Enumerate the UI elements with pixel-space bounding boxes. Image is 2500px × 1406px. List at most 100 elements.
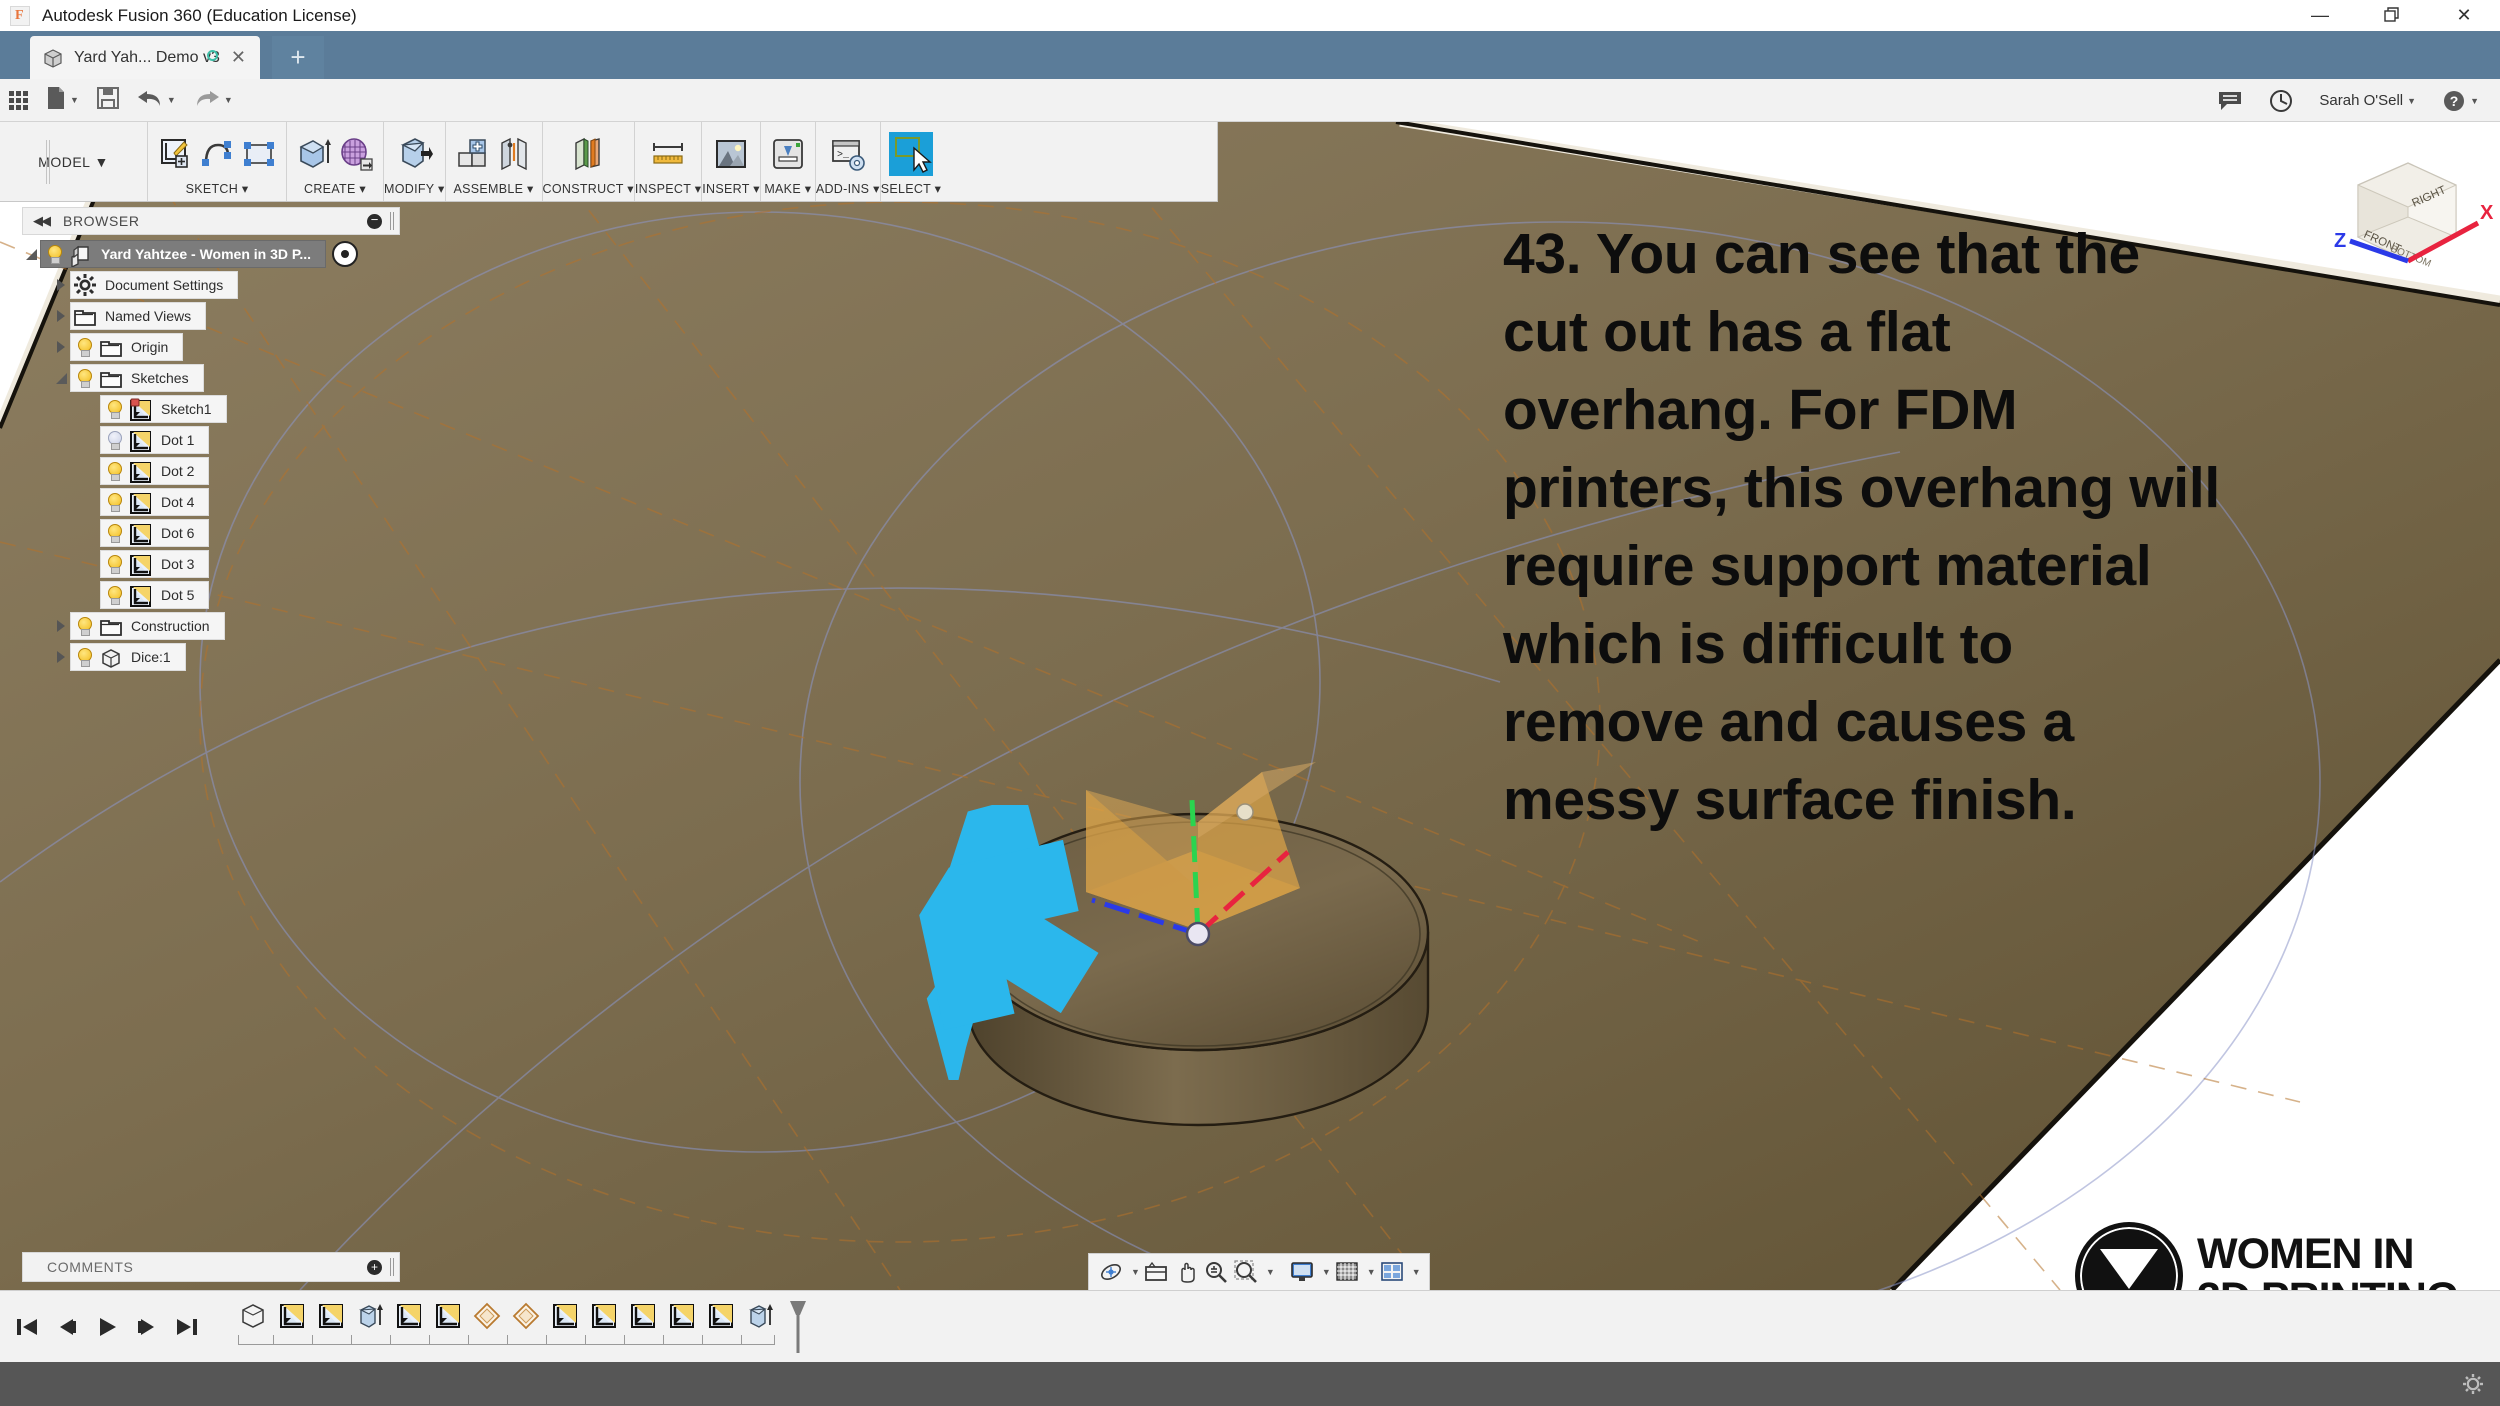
activate-component-icon[interactable]	[332, 241, 359, 267]
timeline-feature-node[interactable]	[745, 1301, 775, 1331]
save-button[interactable]	[88, 79, 128, 122]
visibility-bulb-icon[interactable]	[41, 240, 67, 268]
visibility-bulb-icon[interactable]	[71, 643, 97, 671]
browser-tree-chip[interactable]: Origin	[70, 333, 184, 361]
chevron-down-icon[interactable]: ▼	[1412, 1267, 1421, 1277]
timeline-feature-node[interactable]	[355, 1301, 385, 1331]
browser-tree-chip[interactable]: Dot 4	[100, 488, 210, 516]
timeline-feature-node[interactable]	[628, 1301, 658, 1331]
expand-triangle-closed-icon[interactable]	[52, 341, 70, 353]
undo-button[interactable]: ▼	[128, 79, 185, 122]
close-tab-icon[interactable]: ✕	[231, 47, 246, 68]
gear-icon[interactable]	[2462, 1373, 2484, 1395]
panel-grip[interactable]	[390, 212, 394, 230]
workspace-selector[interactable]: MODEL ▼	[0, 122, 148, 201]
timeline-feature-node[interactable]	[550, 1301, 580, 1331]
browser-tree-chip[interactable]: Construction	[70, 612, 225, 640]
mesh-icon[interactable]	[337, 135, 375, 173]
visibility-bulb-icon[interactable]	[101, 457, 127, 485]
visibility-bulb-icon[interactable]	[101, 581, 127, 609]
browser-tree-item[interactable]: Yard Yahtzee - Women in 3D P...	[22, 240, 400, 268]
browser-tree-chip[interactable]: Sketches	[70, 364, 204, 392]
grid-snaps-icon[interactable]	[1333, 1257, 1361, 1287]
step-back-icon[interactable]	[54, 1314, 80, 1340]
display-settings-icon[interactable]	[1288, 1257, 1316, 1287]
pan-icon[interactable]	[1172, 1257, 1200, 1287]
new-document-button[interactable]: ▼	[37, 79, 88, 122]
browser-tree-item[interactable]: Dot 6	[22, 519, 400, 547]
browser-tree-chip[interactable]: Sketch1	[100, 395, 227, 423]
zoom-icon[interactable]	[1202, 1257, 1230, 1287]
expand-triangle-closed-icon[interactable]	[52, 310, 70, 322]
timeline-feature-node[interactable]	[472, 1301, 502, 1331]
browser-tree-item[interactable]: Named Views	[22, 302, 400, 330]
browser-tree-item[interactable]: Dice:1	[22, 643, 400, 671]
app-grid-button[interactable]	[0, 79, 37, 122]
browser-tree-item[interactable]: Origin	[22, 333, 400, 361]
collapse-left-icon[interactable]: ◀◀	[33, 213, 51, 229]
minimize-button[interactable]: —	[2284, 0, 2356, 31]
rectangle-icon[interactable]	[240, 135, 278, 173]
timeline-feature-node[interactable]	[589, 1301, 619, 1331]
timeline-marker[interactable]	[790, 1300, 806, 1353]
visibility-bulb-icon[interactable]	[101, 550, 127, 578]
visibility-bulb-icon[interactable]	[71, 364, 97, 392]
browser-tree-chip[interactable]: Dot 1	[100, 426, 210, 454]
minus-circle-icon[interactable]: −	[367, 213, 382, 229]
new-component-icon[interactable]	[454, 135, 492, 173]
panel-grip[interactable]	[390, 1258, 394, 1276]
comments-button[interactable]	[2204, 79, 2256, 122]
browser-tree-item[interactable]: Document Settings	[22, 271, 400, 299]
visibility-bulb-icon[interactable]	[71, 612, 97, 640]
timeline-feature-node[interactable]	[433, 1301, 463, 1331]
timeline-feature-node[interactable]	[277, 1301, 307, 1331]
fit-icon[interactable]	[1232, 1257, 1260, 1287]
plus-circle-icon[interactable]: +	[367, 1259, 382, 1275]
user-menu[interactable]: Sarah O'Sell ▼	[2306, 79, 2429, 122]
spline-icon[interactable]	[198, 135, 236, 173]
orbit-icon[interactable]	[1097, 1257, 1125, 1287]
browser-tree-item[interactable]: Dot 2	[22, 457, 400, 485]
step-forward-icon[interactable]	[134, 1314, 160, 1340]
timeline-feature-node[interactable]	[394, 1301, 424, 1331]
insert-image-icon[interactable]	[712, 135, 750, 173]
3d-print-icon[interactable]	[769, 135, 807, 173]
browser-tree-item[interactable]: Construction	[22, 612, 400, 640]
measure-icon[interactable]	[649, 135, 687, 173]
new-tab-button[interactable]: +	[272, 36, 324, 79]
browser-tree-item[interactable]: Dot 3	[22, 550, 400, 578]
scripts-addins-icon[interactable]: >_	[829, 135, 867, 173]
expand-triangle-open-icon[interactable]	[52, 372, 70, 384]
browser-tree-item[interactable]: Sketches	[22, 364, 400, 392]
visibility-bulb-icon[interactable]	[101, 519, 127, 547]
visibility-bulb-icon[interactable]	[101, 488, 127, 516]
close-button[interactable]: ✕	[2428, 0, 2500, 31]
timeline-feature-node[interactable]	[316, 1301, 346, 1331]
browser-tree-chip[interactable]: Document Settings	[70, 271, 239, 299]
browser-tree-item[interactable]: Dot 1	[22, 426, 400, 454]
play-icon[interactable]	[94, 1314, 120, 1340]
browser-tree-item[interactable]: Dot 5	[22, 581, 400, 609]
go-to-beginning-icon[interactable]	[14, 1314, 40, 1340]
viewports-icon[interactable]	[1378, 1257, 1406, 1287]
help-menu[interactable]: ? ▼	[2429, 79, 2492, 122]
joint-icon[interactable]	[496, 135, 534, 173]
timeline-feature-node[interactable]	[511, 1301, 541, 1331]
browser-tree-chip[interactable]: Dot 6	[100, 519, 210, 547]
go-to-end-icon[interactable]	[174, 1314, 200, 1340]
expand-triangle-closed-icon[interactable]	[52, 651, 70, 663]
expand-triangle-closed-icon[interactable]	[52, 620, 70, 632]
chevron-down-icon[interactable]: ▼	[1322, 1267, 1331, 1277]
browser-tree-chip[interactable]: Named Views	[70, 302, 207, 330]
create-sketch-icon[interactable]	[156, 135, 194, 173]
visibility-bulb-icon[interactable]	[71, 333, 97, 361]
browser-tree-chip[interactable]: Dot 3	[100, 550, 210, 578]
chevron-down-icon[interactable]: ▼	[1367, 1267, 1376, 1277]
press-pull-icon[interactable]	[395, 135, 434, 173]
browser-tree-item[interactable]: Sketch1	[22, 395, 400, 423]
expand-triangle-closed-icon[interactable]	[52, 279, 70, 291]
select-cursor-icon[interactable]	[888, 131, 933, 176]
history-button[interactable]	[2256, 79, 2306, 122]
chevron-down-icon[interactable]: ▼	[1266, 1267, 1275, 1277]
browser-tree-chip[interactable]: Dot 5	[100, 581, 210, 609]
